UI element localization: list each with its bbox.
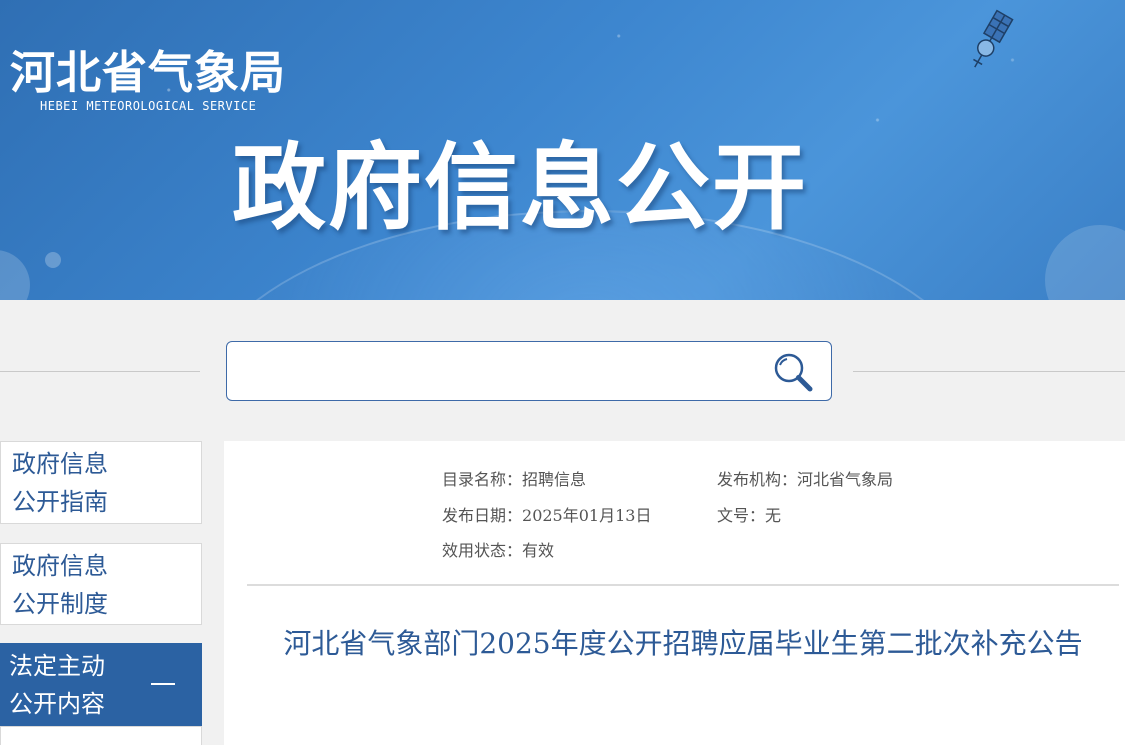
document-number-value: 无 — [765, 506, 782, 525]
catalog-field: 目录名称：招聘信息 — [442, 466, 586, 490]
publish-date-field: 发布日期：2025年01月13日 — [442, 502, 651, 526]
sidebar-item-label: 公开内容 — [9, 690, 105, 718]
header-banner: 河北省气象局 HEBEI METEOROLOGICAL SERVICE 政府信息… — [0, 0, 1125, 300]
sidebar-submenu — [0, 726, 202, 745]
catalog-label: 目录名称： — [442, 470, 523, 489]
sidebar-item-statutory-content[interactable]: 法定主动 公开内容 — [0, 643, 202, 726]
collapse-icon[interactable] — [151, 683, 175, 685]
publisher-label: 发布机构： — [717, 470, 798, 489]
sidebar-item-label: 政府信息 — [12, 552, 108, 580]
sidebar-item-label: 法定主动 — [9, 652, 105, 680]
publisher-field: 发布机构：河北省气象局 — [717, 466, 893, 490]
status-label: 效用状态： — [442, 541, 523, 560]
search-icon[interactable] — [770, 351, 814, 393]
sidebar-item-disclosure-system[interactable]: 政府信息 公开制度 — [0, 543, 202, 625]
page-title: 政府信息公开 — [232, 134, 809, 243]
status-field: 效用状态：有效 — [442, 537, 554, 561]
sidebar-item-label: 公开制度 — [12, 590, 108, 618]
site-logo-english: HEBEI METEOROLOGICAL SERVICE — [40, 99, 257, 113]
bubble-decoration — [45, 252, 61, 268]
document-number-field: 文号：无 — [717, 502, 781, 526]
sidebar-item-label: 政府信息 — [12, 450, 108, 478]
publish-date-label: 发布日期： — [442, 506, 523, 525]
catalog-value: 招聘信息 — [522, 470, 587, 489]
sidebar-item-disclosure-guide[interactable]: 政府信息 公开指南 — [0, 441, 202, 524]
document-panel: 目录名称：招聘信息 发布机构：河北省气象局 发布日期：2025年01月13日 文… — [224, 441, 1125, 745]
publisher-value: 河北省气象局 — [797, 470, 894, 489]
status-value: 有效 — [522, 541, 555, 560]
document-number-label: 文号： — [717, 506, 766, 525]
document-title: 河北省气象部门2025年度公开招聘应届毕业生第二批次补充公告 — [283, 627, 1083, 660]
meta-divider — [247, 584, 1119, 586]
search-divider-left — [0, 371, 200, 372]
search-divider-right — [853, 371, 1125, 372]
publish-date-value: 2025年01月13日 — [522, 506, 652, 525]
search-bar[interactable] — [226, 341, 832, 401]
satellite-icon — [973, 9, 1014, 68]
site-logo-chinese[interactable]: 河北省气象局 — [10, 36, 286, 101]
search-input[interactable] — [239, 352, 759, 390]
sidebar-item-label: 公开指南 — [12, 488, 108, 516]
